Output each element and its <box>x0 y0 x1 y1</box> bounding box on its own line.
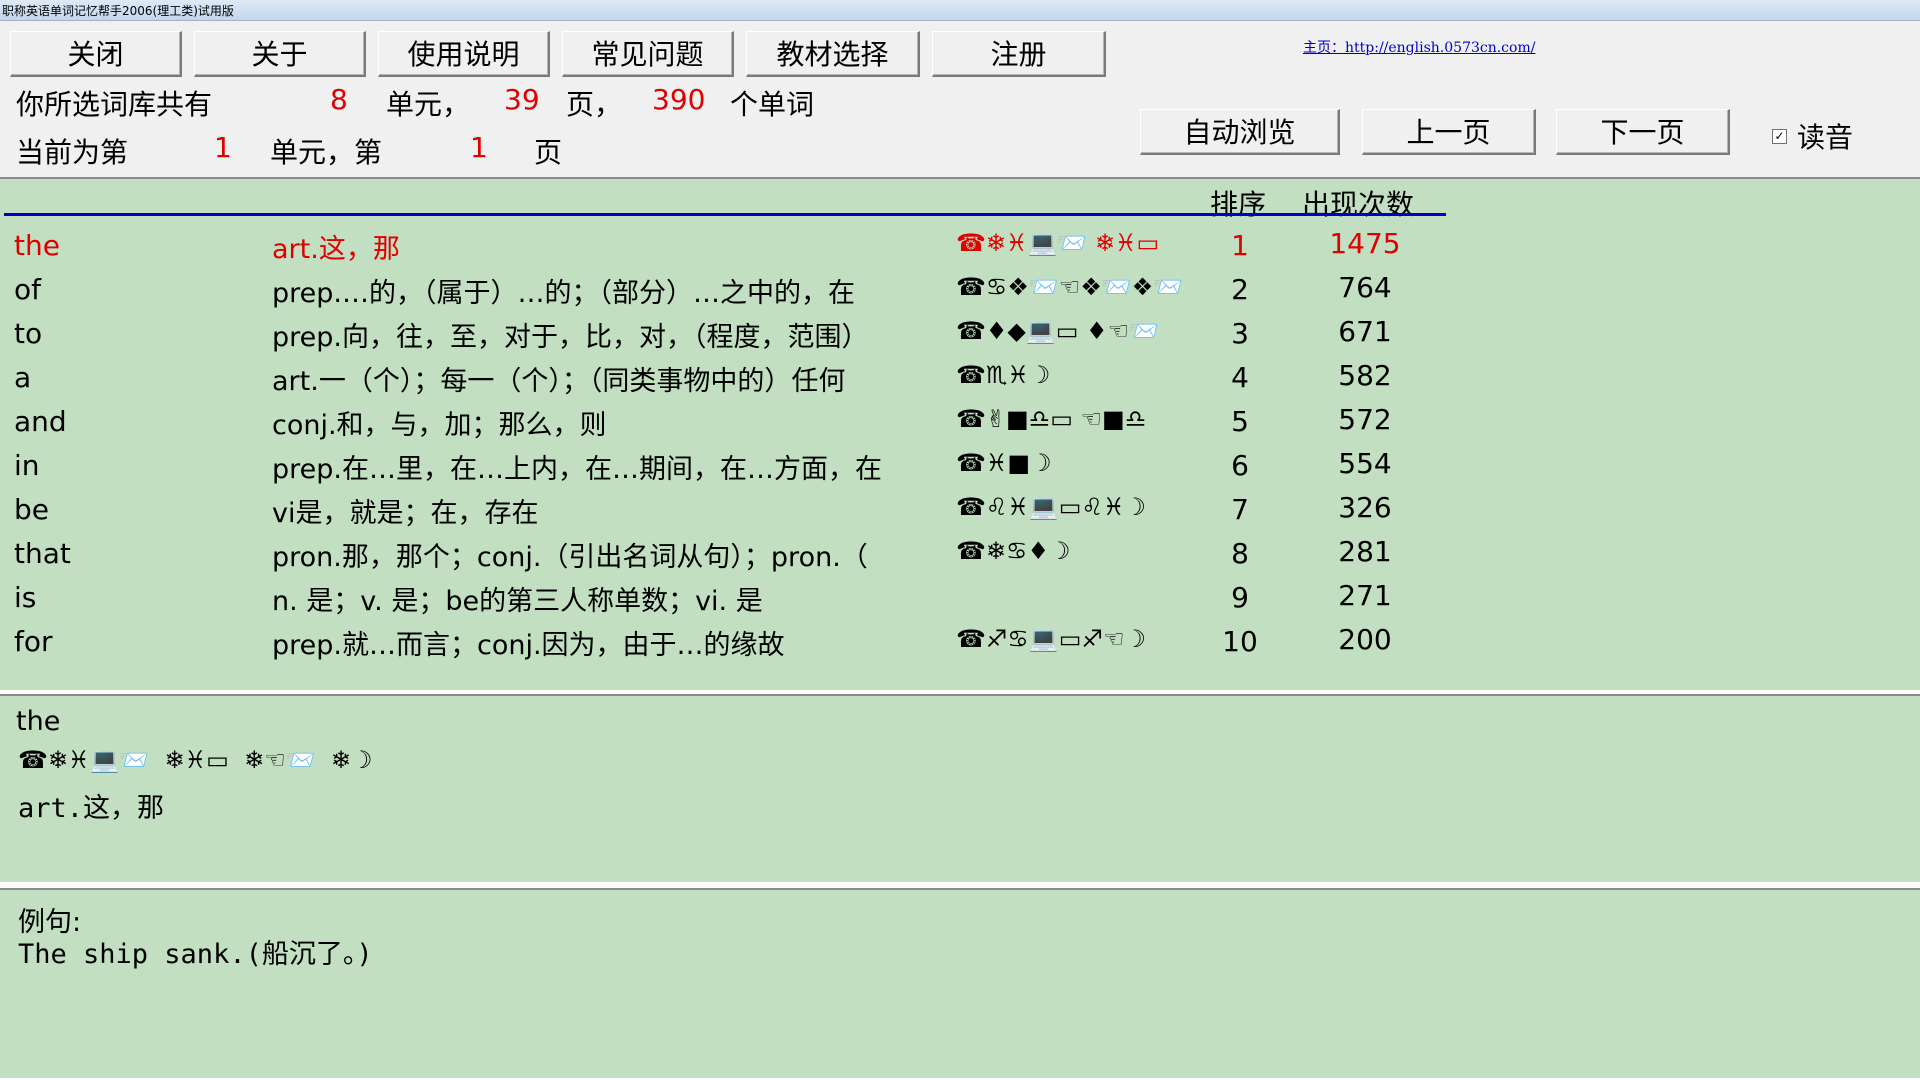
phonetic-cell: ☎♋❖📨☜❖📨❖📨 <box>956 273 1184 301</box>
rank-cell: 8 <box>1231 537 1249 570</box>
close-button[interactable]: 关闭 <box>10 31 182 77</box>
word-detail-panel: the ☎❄♓💻📨 ❄♓▭ ❄☜📨 ❄☽ art.这，那 <box>0 694 1920 884</box>
word-cell: be <box>14 493 49 526</box>
about-button[interactable]: 关于 <box>194 31 366 77</box>
word-row[interactable]: be vi是，就是；在，存在 ☎♌♓💻▭♌♓☽ 7 326 <box>0 487 1900 531</box>
meaning-cell: conj.和，与，加；那么，则 <box>272 410 607 441</box>
word-cell: of <box>14 273 41 306</box>
phonetic-cell: ☎♦◆💻▭ ♦☜📨 <box>956 317 1159 345</box>
summary-units-label: 单元， <box>386 88 471 121</box>
word-cell: a <box>14 361 32 394</box>
count-cell: 326 <box>1338 491 1392 524</box>
word-cell: the <box>14 229 60 262</box>
word-row[interactable]: a art.一（个）；每一（个）；（同类事物中的）任何 ☎♏♓☽ 4 582 <box>0 355 1900 399</box>
current-unit-label: 单元，第 <box>270 136 383 169</box>
detail-meaning: art.这，那 <box>18 793 165 824</box>
current-prefix: 当前为第 <box>16 136 129 169</box>
phonetic-cell: ☎♓■☽ <box>956 449 1052 477</box>
meaning-cell: n. 是；v. 是；be的第三人称单数；vi. 是 <box>272 586 763 617</box>
current-page: 1 <box>470 131 488 164</box>
phonetic-cell: ☎♐♋💻▭♐☜☽ <box>956 625 1147 653</box>
detail-phonetic: ☎❄♓💻📨 ❄♓▭ ❄☜📨 ❄☽ <box>18 746 373 774</box>
meaning-cell: prep.在…里，在…上内，在…期间，在…方面，在 <box>272 454 882 485</box>
instructions-button[interactable]: 使用说明 <box>378 31 550 77</box>
top-control-area: 关闭 关于 使用说明 常见问题 教材选择 注册 主页：http://englis… <box>0 21 1920 177</box>
phonetic-cell: ☎❄♓💻📨 ❄♓▭ <box>956 229 1160 257</box>
header-divider <box>4 213 1446 216</box>
meaning-cell: art.一（个）；每一（个）；（同类事物中的）任何 <box>272 366 846 397</box>
count-cell: 554 <box>1338 447 1392 480</box>
current-page-label: 页 <box>534 136 563 169</box>
textbook-select-button[interactable]: 教材选择 <box>746 31 920 77</box>
rank-cell: 7 <box>1231 493 1249 526</box>
title-bar: 职称英语单词记忆帮手2006(理工类)试用版 <box>0 0 1920 21</box>
window-title: 职称英语单词记忆帮手2006(理工类)试用版 <box>2 4 234 18</box>
example-panel: 例句: The ship sank.(船沉了。) <box>0 888 1920 1080</box>
next-page-button[interactable]: 下一页 <box>1556 109 1730 155</box>
count-cell: 200 <box>1338 623 1392 656</box>
meaning-cell: prep.…的，（属于）…的；（部分）…之中的，在 <box>272 278 855 309</box>
rank-cell: 6 <box>1231 449 1249 482</box>
count-cell: 271 <box>1338 579 1392 612</box>
read-aloud-checkbox[interactable]: ✓ <box>1772 128 1787 144</box>
rank-cell: 3 <box>1231 317 1249 350</box>
example-sentence: The ship sank.(船沉了。) <box>18 939 373 970</box>
rank-cell: 10 <box>1222 625 1258 658</box>
count-cell: 671 <box>1338 315 1392 348</box>
summary-prefix: 你所选词库共有 <box>16 88 213 121</box>
word-cell: for <box>14 625 53 658</box>
count-cell: 764 <box>1338 271 1392 304</box>
register-button[interactable]: 注册 <box>932 31 1106 77</box>
rank-cell: 5 <box>1231 405 1249 438</box>
rank-cell: 2 <box>1231 273 1249 306</box>
count-cell: 281 <box>1338 535 1392 568</box>
word-row[interactable]: the art.这，那 ☎❄♓💻📨 ❄♓▭ 1 1475 <box>0 223 1900 267</box>
word-cell: and <box>14 405 67 438</box>
rank-cell: 9 <box>1231 581 1249 614</box>
word-row[interactable]: is n. 是；v. 是；be的第三人称单数；vi. 是 9 271 <box>0 575 1900 619</box>
read-aloud-label: 读音 <box>1797 121 1854 154</box>
word-cell: in <box>14 449 40 482</box>
summary-units: 8 <box>330 83 348 116</box>
word-row[interactable]: to prep.向，往，至，对于，比，对，（程度，范围） ☎♦◆💻▭ ♦☜📨 3 671 <box>0 311 1900 355</box>
word-cell: that <box>14 537 71 570</box>
rank-header: 排序 <box>1210 188 1267 221</box>
phonetic-cell: ☎♏♓☽ <box>956 361 1051 389</box>
word-row[interactable]: of prep.…的，（属于）…的；（部分）…之中的，在 ☎♋❖📨☜❖📨❖📨 2 764 <box>0 267 1900 311</box>
count-cell: 572 <box>1338 403 1392 436</box>
meaning-cell: pron.那，那个；conj.（引出名词从句）；pron.（ <box>272 542 868 573</box>
phonetic-cell: ☎✌■♎▭ ☜■♎ <box>956 405 1147 433</box>
meaning-cell: vi是，就是；在，存在 <box>272 498 539 529</box>
phonetic-cell: ☎♌♓💻▭♌♓☽ <box>956 493 1147 521</box>
homepage-link[interactable]: 主页：http://english.0573cn.com/ <box>1303 37 1535 57</box>
word-row[interactable]: in prep.在…里，在…上内，在…期间，在…方面，在 ☎♓■☽ 6 554 <box>0 443 1900 487</box>
word-cell: is <box>14 581 37 614</box>
summary-words-label: 个单词 <box>730 88 815 121</box>
meaning-cell: art.这，那 <box>272 234 400 265</box>
detail-word: the <box>16 706 61 737</box>
read-aloud-toggle[interactable]: ✓ 读音 <box>1772 118 1853 154</box>
summary-words: 390 <box>652 83 706 116</box>
summary-pages: 39 <box>504 83 540 116</box>
current-unit: 1 <box>214 131 232 164</box>
meaning-cell: prep.向，往，至，对于，比，对，（程度，范围） <box>272 322 869 353</box>
count-cell: 1475 <box>1329 227 1401 260</box>
word-list-panel: 排序 出现次数 the art.这，那 ☎❄♓💻📨 ❄♓▭ 1 1475 of prep.…… <box>0 177 1920 692</box>
faq-button[interactable]: 常见问题 <box>562 31 734 77</box>
word-row[interactable]: for prep.就…而言；conj.因为，由于…的缘故 ☎♐♋💻▭♐☜☽ 10 200 <box>0 619 1900 663</box>
prev-page-button[interactable]: 上一页 <box>1362 109 1536 155</box>
meaning-cell: prep.就…而言；conj.因为，由于…的缘故 <box>272 630 785 661</box>
word-row[interactable]: and conj.和，与，加；那么，则 ☎✌■♎▭ ☜■♎ 5 572 <box>0 399 1900 443</box>
phonetic-cell: ☎❄♋♦☽ <box>956 537 1071 565</box>
summary-pages-label: 页， <box>566 88 623 121</box>
rank-cell: 4 <box>1231 361 1249 394</box>
auto-browse-button[interactable]: 自动浏览 <box>1140 109 1340 155</box>
count-header: 出现次数 <box>1302 188 1415 221</box>
word-row[interactable]: that pron.那，那个；conj.（引出名词从句）；pron.（ ☎❄♋♦☽ 8… <box>0 531 1900 575</box>
word-cell: to <box>14 317 43 350</box>
count-cell: 582 <box>1338 359 1392 392</box>
rank-cell: 1 <box>1231 229 1249 262</box>
